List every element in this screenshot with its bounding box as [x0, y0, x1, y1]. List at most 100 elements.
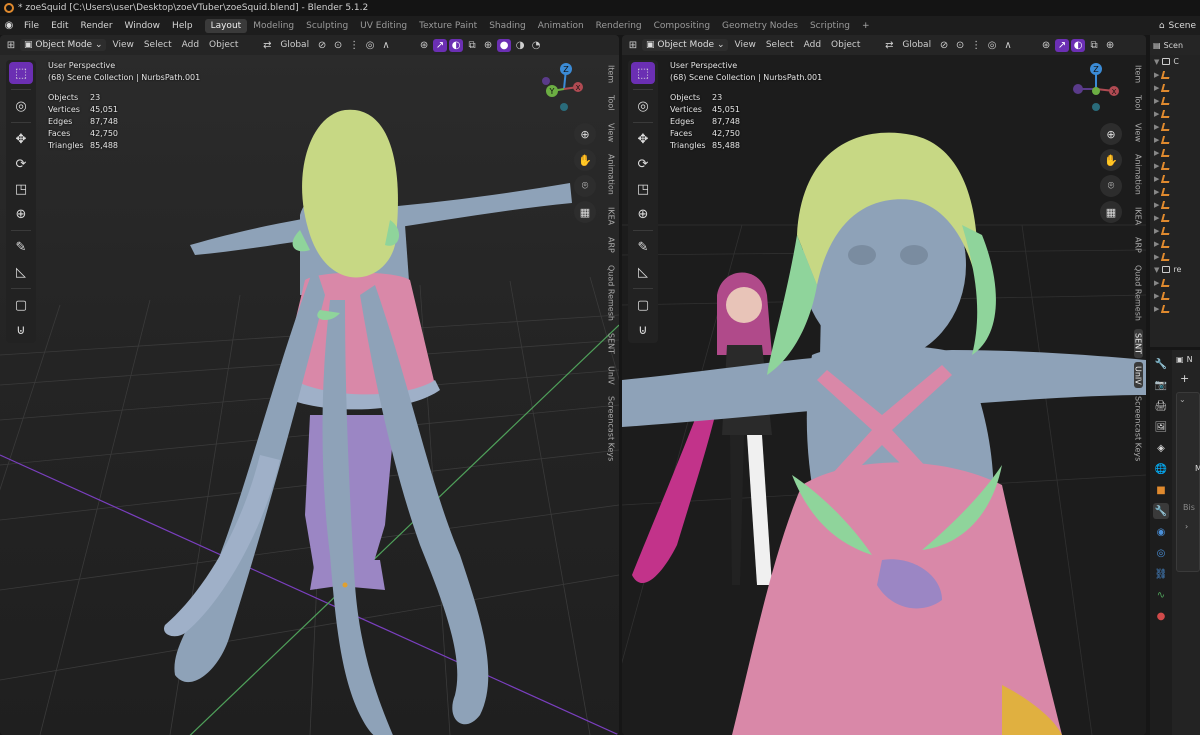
outliner-object-row[interactable]: ▶ — [1150, 94, 1200, 107]
camera-icon[interactable]: ⌾ — [1100, 175, 1122, 197]
proportional-edit-icon[interactable]: ◎ — [985, 39, 999, 52]
mode-dropdown[interactable]: ▣ Object Mode ⌄ — [642, 39, 729, 51]
tab-scripting[interactable]: Scripting — [804, 19, 856, 33]
add-cube-icon[interactable]: ▢ — [631, 294, 655, 316]
scale-icon[interactable]: ◳ — [631, 178, 655, 200]
menu-view[interactable]: View — [730, 39, 759, 51]
output-icon[interactable]: 🖨 — [1153, 398, 1169, 414]
outliner-object-row[interactable]: ▶ — [1150, 81, 1200, 94]
tab-quad-remesh[interactable]: Quad Remesh — [1134, 261, 1143, 325]
snap-target-icon[interactable]: ⋮ — [969, 39, 983, 52]
measure-icon[interactable]: ◺ — [631, 261, 655, 283]
expand-icon[interactable]: ▼ — [1154, 58, 1159, 66]
tab-screencast-keys[interactable]: Screencast Keys — [1134, 392, 1143, 465]
outliner-object-row[interactable]: ▶ — [1150, 146, 1200, 159]
move-icon[interactable]: ✥ — [9, 128, 33, 150]
outliner-object-row[interactable]: ▶ — [1150, 289, 1200, 302]
tab-ikea[interactable]: IKEA — [607, 203, 616, 229]
mode-dropdown[interactable]: ▣ Object Mode ⌄ — [20, 39, 107, 51]
pivot-icon[interactable]: ⊘ — [937, 39, 951, 52]
tab-arp[interactable]: ARP — [607, 233, 616, 257]
pivot-icon[interactable]: ⊘ — [315, 39, 329, 52]
tab-view[interactable]: View — [1134, 119, 1143, 146]
expand-icon[interactable]: ▶ — [1154, 201, 1159, 209]
shading-solid-icon[interactable]: ● — [497, 38, 512, 52]
gizmo-toggle-icon[interactable]: ↗ — [433, 38, 448, 52]
object-icon[interactable]: ■ — [1153, 482, 1169, 498]
add-workspace-icon[interactable]: + — [856, 21, 876, 31]
grid-ortho-icon[interactable]: ▦ — [1100, 201, 1122, 223]
menu-view[interactable]: View — [108, 39, 137, 51]
cursor-icon[interactable]: ◎ — [631, 95, 655, 117]
overlay-toggle-icon[interactable]: ◐ — [1071, 38, 1086, 52]
zoom-icon[interactable]: ⊕ — [1100, 123, 1122, 145]
expand-icon[interactable]: ▶ — [1154, 162, 1159, 170]
rotate-icon[interactable]: ⟳ — [9, 153, 33, 175]
tab-modeling[interactable]: Modeling — [247, 19, 300, 33]
outliner-object-row[interactable]: ▶ — [1150, 120, 1200, 133]
hand-pan-icon[interactable]: ✋ — [1100, 149, 1122, 171]
snap-icon[interactable]: ⊙ — [331, 39, 345, 52]
tab-shading[interactable]: Shading — [483, 19, 532, 33]
tab-compositing[interactable]: Compositing — [648, 19, 716, 33]
tab-texture-paint[interactable]: Texture Paint — [413, 19, 483, 33]
data-icon[interactable]: ∿ — [1153, 587, 1169, 603]
tab-tool[interactable]: Tool — [1134, 91, 1143, 115]
blender-menu-icon[interactable]: ◉ — [0, 20, 18, 31]
orientation-dropdown[interactable]: Global — [276, 39, 313, 51]
visibility-icon[interactable]: ⊛ — [1039, 39, 1053, 52]
add-cube-icon[interactable]: ▢ — [9, 294, 33, 316]
falloff-icon[interactable]: ∧ — [379, 39, 393, 52]
menu-edit[interactable]: Edit — [45, 21, 74, 31]
navigation-gizmo[interactable]: Z Y X — [536, 59, 596, 119]
world-icon[interactable]: 🌐 — [1153, 461, 1169, 477]
expand-icon[interactable]: ▶ — [1154, 97, 1159, 105]
tab-item[interactable]: Item — [1134, 61, 1143, 87]
orientation-dropdown[interactable]: Global — [898, 39, 935, 51]
snap-target-icon[interactable]: ⋮ — [347, 39, 361, 52]
xray-icon[interactable]: ⧉ — [1087, 39, 1101, 52]
hand-pan-icon[interactable]: ✋ — [574, 149, 596, 171]
menu-render[interactable]: Render — [75, 21, 119, 31]
outliner-object-row[interactable]: ▶ — [1150, 172, 1200, 185]
material-icon[interactable]: ● — [1153, 608, 1169, 624]
outliner-object-row[interactable]: ▶ — [1150, 68, 1200, 81]
expand-icon[interactable]: ▶ — [1154, 227, 1159, 235]
menu-object[interactable]: Object — [205, 39, 242, 51]
uv-icon[interactable]: ⊍ — [9, 319, 33, 341]
tab-screencast-keys[interactable]: Screencast Keys — [607, 392, 616, 465]
visibility-icon[interactable]: ⊛ — [417, 39, 431, 52]
tab-geometry-nodes[interactable]: Geometry Nodes — [716, 19, 804, 33]
tab-item[interactable]: Item — [607, 61, 616, 87]
physics-icon[interactable]: ◎ — [1153, 545, 1169, 561]
render-icon[interactable]: 📷 — [1153, 377, 1169, 393]
menu-help[interactable]: Help — [166, 21, 199, 31]
xray-icon[interactable]: ⧉ — [465, 39, 479, 52]
expand-icon[interactable]: ▶ — [1154, 240, 1159, 248]
outliner-object-row[interactable]: ▶ — [1150, 237, 1200, 250]
tab-sent[interactable]: SENT — [607, 329, 616, 358]
proportional-edit-icon[interactable]: ◎ — [363, 39, 377, 52]
menu-select[interactable]: Select — [140, 39, 176, 51]
annotate-icon[interactable]: ✎ — [9, 236, 33, 258]
gizmo-toggle-icon[interactable]: ↗ — [1055, 38, 1070, 52]
editor-type-icon[interactable]: ⊞ — [626, 39, 640, 52]
collapse-icon[interactable]: ⌄ — [1179, 395, 1197, 404]
particles-icon[interactable]: ◉ — [1153, 524, 1169, 540]
expand-icon[interactable]: ▶ — [1154, 253, 1159, 261]
outliner-object-row[interactable]: ▶ — [1150, 302, 1200, 315]
scene-icon[interactable]: ◈ — [1153, 440, 1169, 456]
expand-icon[interactable]: ▶ — [1154, 123, 1159, 131]
navigation-gizmo[interactable]: Z X — [1066, 59, 1126, 119]
view-layer-icon[interactable]: 🖼 — [1153, 419, 1169, 435]
tab-rendering[interactable]: Rendering — [590, 19, 648, 33]
properties-object-name[interactable]: N — [1187, 355, 1193, 364]
outliner-object-row[interactable]: ▶ — [1150, 198, 1200, 211]
outliner-object-row[interactable]: ▶ — [1150, 107, 1200, 120]
tab-layout[interactable]: Layout — [204, 18, 248, 33]
outliner-object-row[interactable]: ▶ — [1150, 276, 1200, 289]
tab-sent[interactable]: SENT — [1133, 328, 1143, 358]
camera-icon[interactable]: ⌾ — [574, 175, 596, 197]
tab-sculpting[interactable]: Sculpting — [300, 19, 354, 33]
shading-material-icon[interactable]: ◑ — [513, 39, 527, 52]
